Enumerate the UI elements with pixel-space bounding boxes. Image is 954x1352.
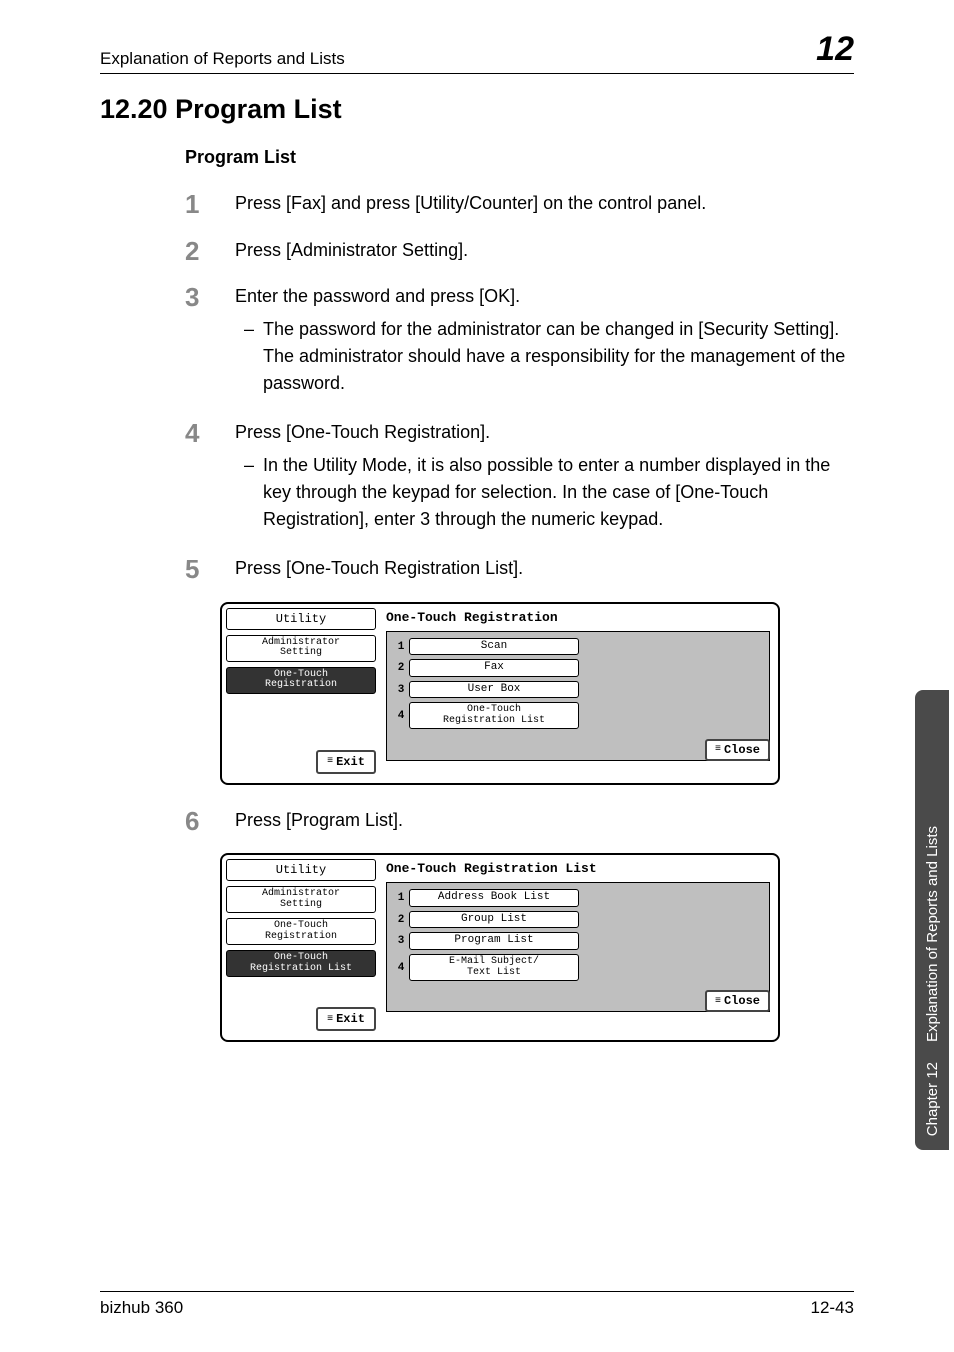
header-left-text: Explanation of Reports and Lists xyxy=(100,49,345,69)
option-number: 2 xyxy=(393,914,409,926)
step-sub-text: The password for the administrator can b… xyxy=(263,316,854,397)
admin-setting-button[interactable]: Administrator Setting xyxy=(226,635,376,662)
option-row: 4 One-Touch Registration List xyxy=(393,702,763,729)
step-text: Press [Administrator Setting]. xyxy=(235,237,854,266)
email-subject-text-list-button[interactable]: E-Mail Subject/ Text List xyxy=(409,954,579,981)
step-5: 5 Press [One-Touch Registration List]. xyxy=(185,555,854,584)
side-chapter-tab: Explanation of Reports and Lists Chapter… xyxy=(915,690,949,1150)
step-text: Enter the password and press [OK]. xyxy=(235,283,854,310)
exit-button[interactable]: Exit xyxy=(316,1007,376,1031)
option-number: 1 xyxy=(393,892,409,904)
option-row: 1 Address Book List xyxy=(393,889,763,907)
admin-setting-button[interactable]: Administrator Setting xyxy=(226,886,376,913)
option-number: 3 xyxy=(393,684,409,696)
side-tab-chapter: Chapter 12 xyxy=(924,1062,941,1136)
option-number: 3 xyxy=(393,935,409,947)
step-text: Press [One-Touch Registration List]. xyxy=(235,555,854,584)
subsection-title: Program List xyxy=(185,147,854,168)
step-number: 5 xyxy=(185,555,235,584)
screenshot-left-nav: Utility Administrator Setting One-Touch … xyxy=(226,608,376,779)
step-number: 6 xyxy=(185,807,235,836)
step-6: 6 Press [Program List]. xyxy=(185,807,854,836)
exit-button[interactable]: Exit xyxy=(316,750,376,774)
side-tab-section: Explanation of Reports and Lists xyxy=(924,826,941,1042)
step-number: 1 xyxy=(185,190,235,219)
step-text: Press [Fax] and press [Utility/Counter] … xyxy=(235,190,854,219)
fax-button[interactable]: Fax xyxy=(409,659,579,677)
screenshot-right-panel: One-Touch Registration 1 Scan 2 Fax 3 Us… xyxy=(382,608,774,779)
option-row: 3 User Box xyxy=(393,681,763,699)
scan-button[interactable]: Scan xyxy=(409,638,579,656)
utility-button[interactable]: Utility xyxy=(226,608,376,630)
user-box-button[interactable]: User Box xyxy=(409,681,579,699)
one-touch-registration-button[interactable]: One-Touch Registration xyxy=(226,667,376,694)
step-2: 2 Press [Administrator Setting]. xyxy=(185,237,854,266)
section-title: 12.20 Program List xyxy=(100,94,854,125)
option-number: 4 xyxy=(393,962,409,974)
step-1: 1 Press [Fax] and press [Utility/Counter… xyxy=(185,190,854,219)
step-3: 3 Enter the password and press [OK]. – T… xyxy=(185,283,854,401)
one-touch-registration-button[interactable]: One-Touch Registration xyxy=(226,918,376,945)
option-number: 1 xyxy=(393,641,409,653)
close-button[interactable]: Close xyxy=(705,990,770,1012)
screenshot-one-touch-registration-list: Utility Administrator Setting One-Touch … xyxy=(220,853,780,1042)
option-number: 4 xyxy=(393,710,409,722)
step-sub-text: In the Utility Mode, it is also possible… xyxy=(263,452,854,533)
screenshot-one-touch-registration: Utility Administrator Setting One-Touch … xyxy=(220,602,780,785)
option-number: 2 xyxy=(393,662,409,674)
screenshot-left-nav: Utility Administrator Setting One-Touch … xyxy=(226,859,376,1036)
option-row: 3 Program List xyxy=(393,932,763,950)
step-4: 4 Press [One-Touch Registration]. – In t… xyxy=(185,419,854,537)
step-number: 4 xyxy=(185,419,235,537)
step-text: Press [Program List]. xyxy=(235,807,854,836)
step-number: 3 xyxy=(185,283,235,401)
steps-list: 1 Press [Fax] and press [Utility/Counter… xyxy=(185,190,854,584)
step-body: Enter the password and press [OK]. – The… xyxy=(235,283,854,401)
step-sub: – The password for the administrator can… xyxy=(235,316,854,397)
step-number: 2 xyxy=(185,237,235,266)
footer-right: 12-43 xyxy=(811,1298,854,1318)
step-sub: – In the Utility Mode, it is also possib… xyxy=(235,452,854,533)
option-row: 2 Group List xyxy=(393,911,763,929)
step-text: Press [One-Touch Registration]. xyxy=(235,419,854,446)
close-button[interactable]: Close xyxy=(705,739,770,761)
dash-icon: – xyxy=(235,452,263,533)
option-row: 2 Fax xyxy=(393,659,763,677)
steps-list-continued: 6 Press [Program List]. xyxy=(185,807,854,836)
header-chapter-number: 12 xyxy=(816,30,854,69)
one-touch-registration-list-button[interactable]: One-Touch Registration List xyxy=(226,950,376,977)
panel-body: 1 Address Book List 2 Group List 3 Progr… xyxy=(386,882,770,1012)
program-list-button[interactable]: Program List xyxy=(409,932,579,950)
one-touch-registration-list-button[interactable]: One-Touch Registration List xyxy=(409,702,579,729)
screenshot-right-panel: One-Touch Registration List 1 Address Bo… xyxy=(382,859,774,1036)
address-book-list-button[interactable]: Address Book List xyxy=(409,889,579,907)
option-row: 4 E-Mail Subject/ Text List xyxy=(393,954,763,981)
panel-title: One-Touch Registration xyxy=(386,610,770,625)
footer-left: bizhub 360 xyxy=(100,1298,183,1318)
panel-body: 1 Scan 2 Fax 3 User Box 4 One-Touch Regi… xyxy=(386,631,770,761)
page-header: Explanation of Reports and Lists 12 xyxy=(100,30,854,74)
dash-icon: – xyxy=(235,316,263,397)
step-body: Press [One-Touch Registration]. – In the… xyxy=(235,419,854,537)
option-row: 1 Scan xyxy=(393,638,763,656)
panel-title: One-Touch Registration List xyxy=(386,861,770,876)
group-list-button[interactable]: Group List xyxy=(409,911,579,929)
page-footer: bizhub 360 12-43 xyxy=(100,1291,854,1318)
utility-button[interactable]: Utility xyxy=(226,859,376,881)
